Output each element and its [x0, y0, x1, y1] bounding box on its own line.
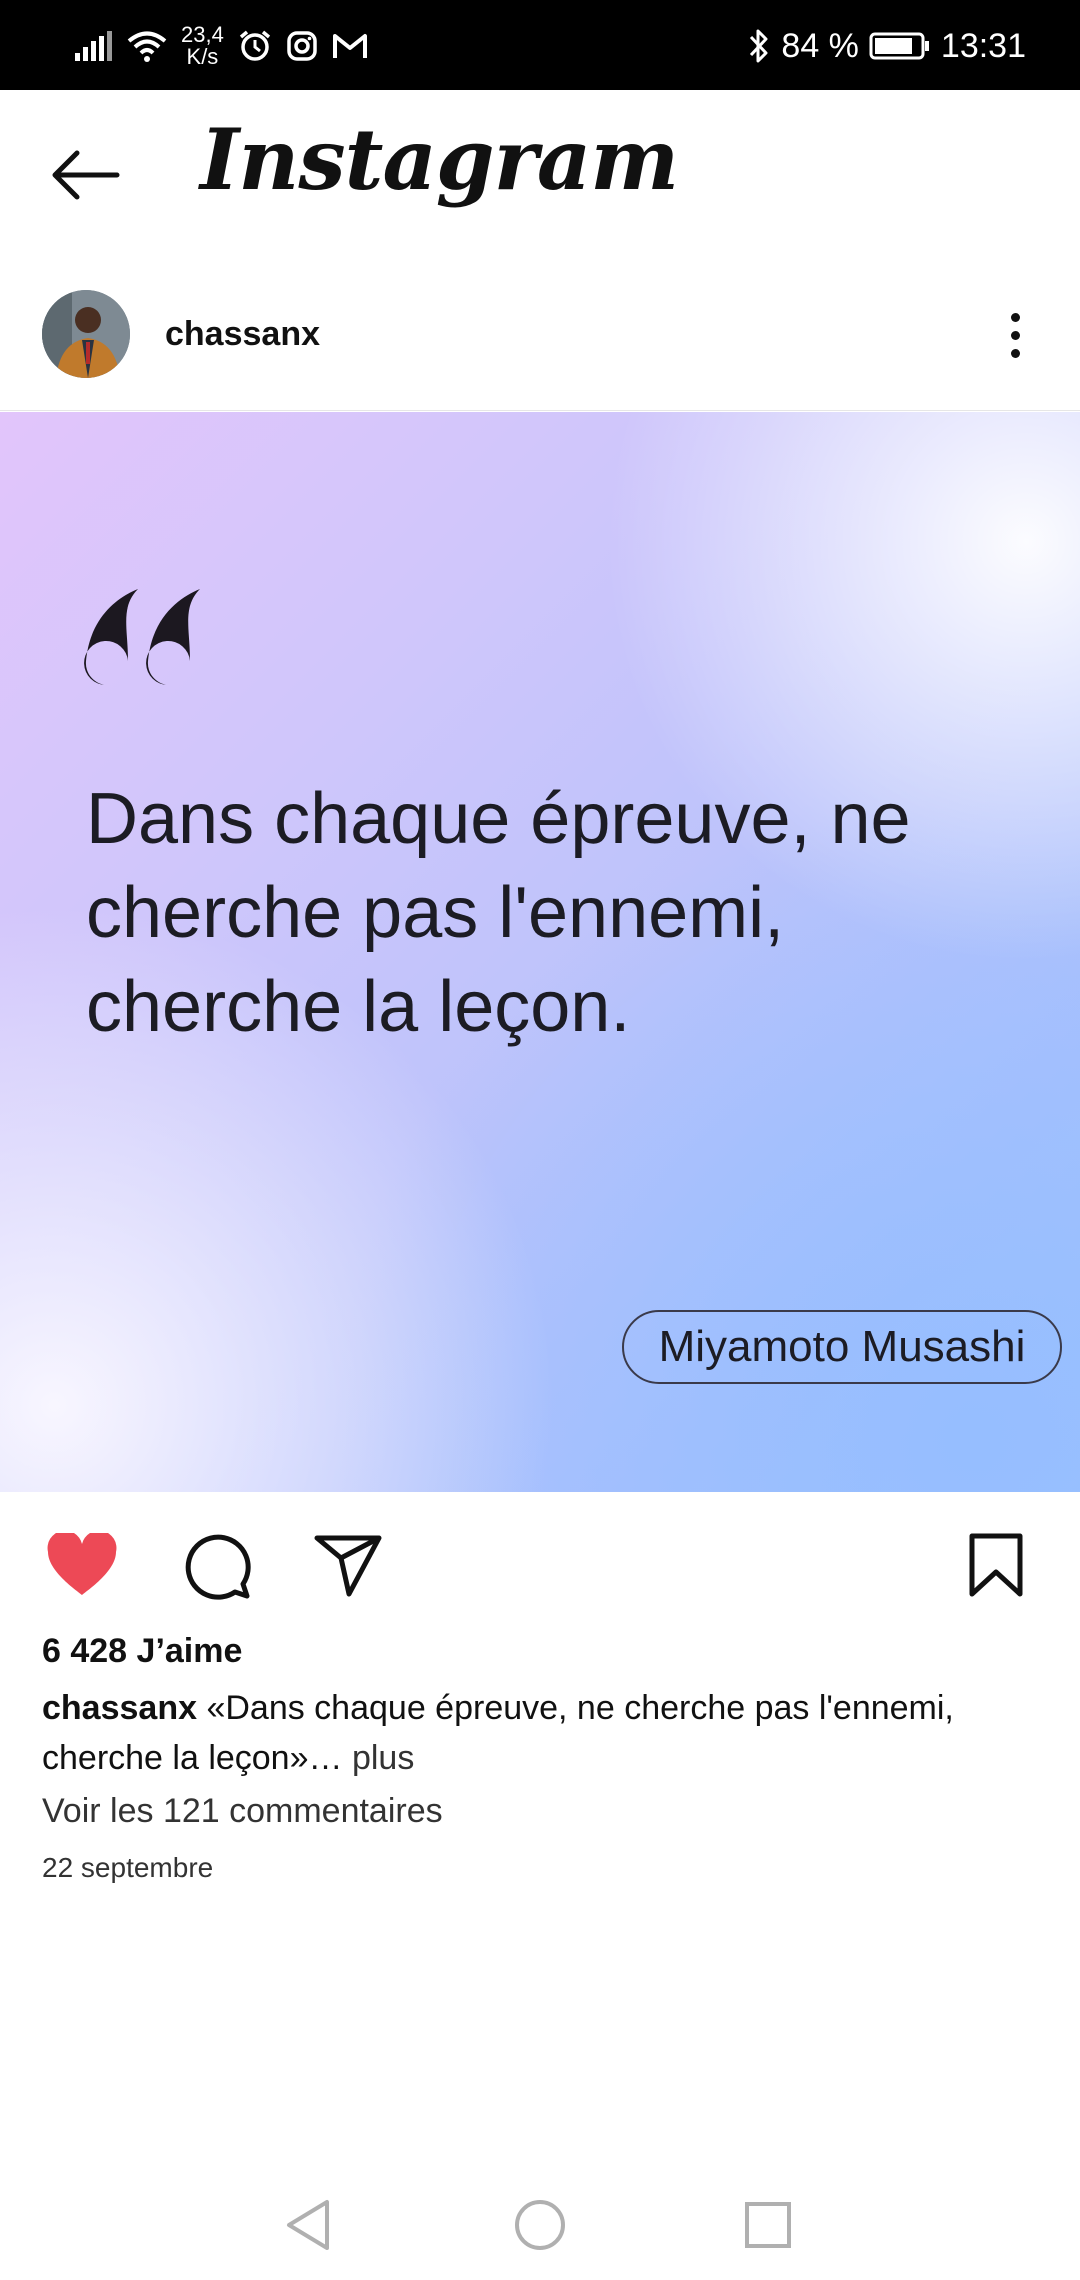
- gmail-notification-icon: [332, 34, 367, 58]
- heart-filled-icon: [47, 1533, 117, 1595]
- caption-more-link[interactable]: plus: [352, 1739, 414, 1777]
- post-date: 22 septembre: [42, 1852, 214, 1883]
- app-bar: Instagram: [0, 90, 1080, 260]
- nav-recents-button[interactable]: [728, 2185, 808, 2265]
- like-button[interactable]: [42, 1525, 122, 1605]
- post-username[interactable]: chassanx: [165, 315, 320, 354]
- instagram-notification-icon: [287, 31, 317, 61]
- alarm-icon: [239, 30, 270, 61]
- more-options-button[interactable]: [990, 300, 1040, 370]
- nav-home-button[interactable]: [500, 2185, 580, 2265]
- comment-button[interactable]: [176, 1525, 256, 1605]
- view-comments-link[interactable]: Voir les 121 commentaires: [42, 1792, 443, 1831]
- status-bar: 23,4 K/s 84 % 13:31: [0, 0, 1080, 90]
- like-count[interactable]: 6 428 J’aime: [42, 1632, 242, 1671]
- post-image[interactable]: Dans chaque épreuve, ne cherche pas l'en…: [0, 412, 1080, 1492]
- instagram-logo-title: Instagram: [200, 110, 679, 209]
- arrow-left-icon: [52, 150, 120, 200]
- status-bar-left: 23,4 K/s: [75, 18, 368, 74]
- comment-icon: [185, 1534, 251, 1600]
- network-speed-value: 23,4: [181, 22, 224, 47]
- avatar-photo: [42, 290, 130, 378]
- back-button[interactable]: [40, 135, 130, 215]
- post-actions: [0, 1495, 1080, 1625]
- quote-mark-icon: [84, 589, 200, 685]
- nav-back-button[interactable]: [268, 2185, 348, 2265]
- signal-icon: [75, 31, 112, 61]
- post-caption: chassanx «Dans chaque épreuve, ne cherch…: [42, 1683, 1032, 1783]
- more-vertical-icon: [1010, 312, 1020, 322]
- battery-percent: 84 %: [781, 26, 859, 65]
- bookmark-icon: [969, 1533, 1023, 1597]
- network-speed: 23,4 K/s: [181, 24, 224, 68]
- nav-recents-icon: [745, 2202, 791, 2248]
- share-button[interactable]: [308, 1525, 388, 1605]
- clock-time: 13:31: [940, 26, 1026, 65]
- caption-username[interactable]: chassanx: [42, 1689, 197, 1727]
- battery-icon: [869, 32, 929, 60]
- avatar[interactable]: [42, 290, 130, 378]
- system-nav-bar: [0, 2170, 1080, 2280]
- send-icon: [314, 1535, 382, 1597]
- post-header: chassanx: [0, 260, 1080, 411]
- wifi-icon: [127, 31, 167, 62]
- network-speed-unit: K/s: [186, 44, 219, 69]
- bluetooth-icon: [750, 29, 768, 63]
- nav-home-icon: [515, 2200, 565, 2250]
- quote-author: Miyamoto Musashi: [622, 1310, 1062, 1384]
- save-button[interactable]: [956, 1525, 1036, 1605]
- status-bar-right: 84 % 13:31: [747, 18, 1026, 74]
- nav-back-icon: [287, 2200, 329, 2250]
- quote-text: Dans chaque épreuve, ne cherche pas l'en…: [86, 779, 911, 1047]
